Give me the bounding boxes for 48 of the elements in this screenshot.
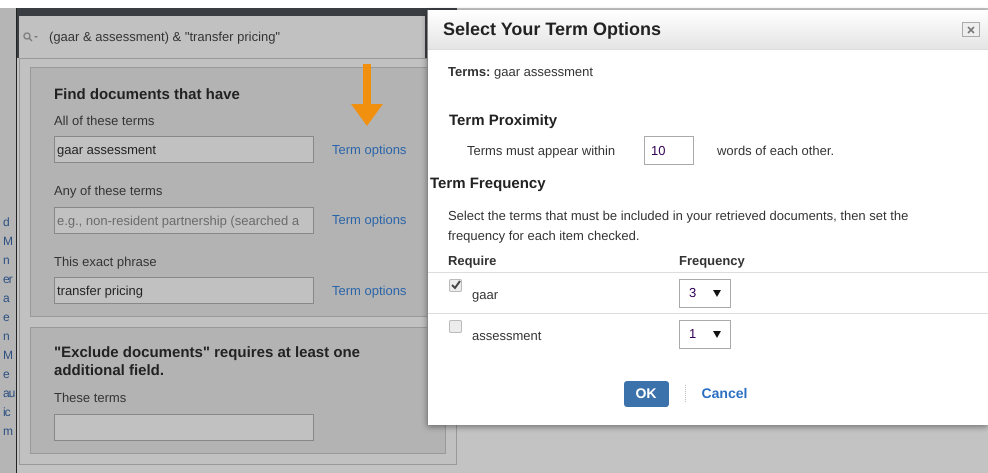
text-field[interactable]: transfer pricing xyxy=(54,277,314,304)
frequency-dropdown[interactable]: 1 xyxy=(679,320,731,348)
cut-off-text: au xyxy=(2,385,14,402)
dialog-title: Select Your Term Options xyxy=(443,18,662,41)
proximity-field[interactable]: 10 xyxy=(644,136,694,165)
section-title: "Exclude documents" requires at least one additional field. xyxy=(54,344,361,380)
cut-off-text: M xyxy=(2,233,12,250)
cut-off-text: n xyxy=(2,252,9,269)
field-label: All of these terms xyxy=(54,112,156,130)
cut-off-text: e xyxy=(2,309,9,326)
cut-off-text: a xyxy=(2,290,9,307)
column-header: Frequency xyxy=(679,252,745,270)
text-field[interactable] xyxy=(54,414,314,440)
field-label: These terms xyxy=(54,389,128,407)
term-label: gaar xyxy=(472,286,498,304)
instructions-text: Select the terms that must be included in your retrieved documents, then set the frequency for each item checked. xyxy=(448,206,910,245)
close-icon[interactable] xyxy=(967,26,975,34)
section-title: Find documents that have xyxy=(54,85,241,105)
term-label: assessment xyxy=(472,326,542,344)
cut-off-text: d xyxy=(2,214,9,231)
frequency-dropdown[interactable]: 3 xyxy=(679,278,731,308)
cut-off-text: e xyxy=(2,366,9,383)
dropdown-caret-icon xyxy=(713,290,721,296)
text-field[interactable]: e.g., non-resident partnership (searched a xyxy=(54,206,314,234)
checkmark-icon xyxy=(450,280,460,290)
ok-button[interactable]: OK xyxy=(624,380,669,406)
arrow-annotation-icon xyxy=(349,62,385,128)
cut-off-text: er xyxy=(2,271,12,288)
cancel-link[interactable]: Cancel xyxy=(702,383,748,404)
search-query: (gaar & assessment) & "transfer pricing" xyxy=(49,28,280,46)
search-bar[interactable]: (gaar & assessment) & "transfer pricing" xyxy=(19,16,425,58)
field-label: This exact phrase xyxy=(54,252,158,271)
text-field[interactable]: gaar assessment xyxy=(54,136,314,163)
proximity-suffix: words of each other. xyxy=(717,142,834,160)
checkbox[interactable] xyxy=(449,278,462,292)
cut-off-text: ic xyxy=(2,404,10,421)
proximity-label: Terms must appear within xyxy=(467,142,616,160)
dropdown-caret-icon xyxy=(713,330,721,338)
section-title: Term Frequency xyxy=(430,174,547,194)
search-icon[interactable] xyxy=(23,32,39,42)
terms-summary: Terms: gaar assessment xyxy=(448,63,594,81)
section-title: Term Proximity xyxy=(449,110,558,130)
cut-off-text: n xyxy=(2,328,9,345)
close-button[interactable] xyxy=(962,22,980,37)
checkbox[interactable] xyxy=(449,320,462,332)
cut-off-text: M xyxy=(2,347,12,364)
column-header: Require xyxy=(448,252,498,270)
cut-off-text: m xyxy=(2,423,12,440)
